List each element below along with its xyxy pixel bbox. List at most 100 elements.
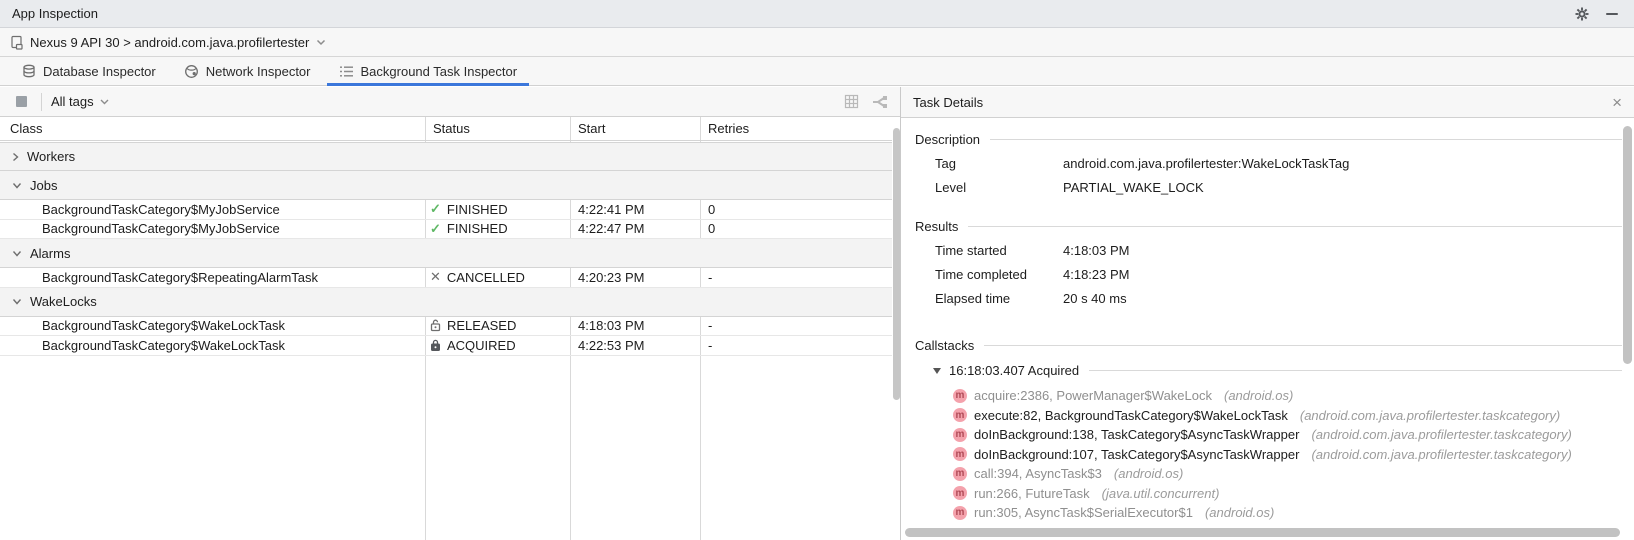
minimize-icon[interactable] — [1602, 4, 1622, 24]
tab-label: Database Inspector — [43, 64, 156, 79]
task-retries: - — [700, 338, 892, 353]
section-description: Description — [915, 132, 1622, 147]
frame-text: execute:82, BackgroundTaskCategory$WakeL… — [974, 408, 1288, 423]
titlebar: App Inspection — [0, 0, 1634, 28]
group-label: Workers — [27, 149, 75, 164]
column-header-start[interactable]: Start — [570, 121, 700, 136]
gear-icon[interactable] — [1572, 4, 1592, 24]
task-class: BackgroundTaskCategory$RepeatingAlarmTas… — [0, 270, 425, 285]
frame-package: (android.os) — [1114, 466, 1183, 481]
stop-icon[interactable] — [10, 91, 32, 113]
group-row-wakelocks[interactable]: WakeLocks — [0, 288, 892, 317]
stack-frame[interactable]: m doInBackground:138, TaskCategory$Async… — [953, 425, 1622, 445]
task-class: BackgroundTaskCategory$WakeLockTask — [0, 318, 425, 333]
table-row[interactable]: BackgroundTaskCategory$MyJobService ✓FIN… — [0, 200, 892, 220]
table-row[interactable]: BackgroundTaskCategory$WakeLockTask RELE… — [0, 317, 892, 337]
callstack-entry[interactable]: 16:18:03.407 Acquired — [915, 363, 1622, 378]
device-icon — [10, 35, 24, 50]
check-icon: ✓ — [430, 201, 441, 217]
section-label: Callstacks — [915, 338, 974, 353]
field-label: Time completed — [935, 267, 1063, 282]
device-selector-bar[interactable]: Nexus 9 API 30 > android.com.java.profil… — [0, 28, 1634, 57]
task-details-header: Task Details × — [901, 87, 1634, 118]
tab-database-inspector[interactable]: Database Inspector — [8, 57, 170, 85]
close-icon[interactable]: × — [1612, 94, 1622, 111]
group-row-jobs[interactable]: Jobs — [0, 171, 892, 200]
frame-text: doInBackground:107, TaskCategory$AsyncTa… — [974, 447, 1299, 462]
section-label: Description — [915, 132, 980, 147]
table-row[interactable]: BackgroundTaskCategory$RepeatingAlarmTas… — [0, 268, 892, 288]
task-details-body: Description Tag android.com.java.profile… — [901, 118, 1622, 526]
task-details-panel: Task Details × Description Tag android.c… — [901, 87, 1634, 540]
task-table-panel: All tags — [0, 87, 901, 540]
task-class: BackgroundTaskCategory$WakeLockTask — [0, 338, 425, 353]
field-value: 20 s 40 ms — [1063, 291, 1127, 306]
table-row[interactable]: BackgroundTaskCategory$WakeLockTask ACQU… — [0, 336, 892, 356]
stack-frame[interactable]: m run:305, AsyncTask$SerialExecutor$1 (a… — [953, 503, 1622, 523]
group-row-alarms[interactable]: Alarms — [0, 239, 892, 268]
graph-view-icon[interactable] — [868, 91, 890, 113]
tab-label: Network Inspector — [206, 64, 311, 79]
task-retries: 0 — [700, 202, 892, 217]
frame-text: run:266, FutureTask — [974, 486, 1090, 501]
task-status: RELEASED — [447, 318, 516, 333]
details-vertical-scrollbar[interactable] — [1623, 118, 1632, 540]
field-time-completed: Time completed 4:18:23 PM — [915, 267, 1622, 282]
field-elapsed-time: Elapsed time 20 s 40 ms — [915, 291, 1622, 306]
table-toolbar: All tags — [0, 87, 900, 117]
field-time-started: Time started 4:18:03 PM — [915, 243, 1622, 258]
method-icon: m — [953, 408, 967, 422]
page-title: App Inspection — [12, 6, 98, 21]
stack-frame[interactable]: m call:394, AsyncTask$3 (android.os) — [953, 464, 1622, 484]
method-icon: m — [953, 506, 967, 520]
chevron-down-icon — [12, 298, 22, 305]
chevron-down-icon — [12, 182, 22, 189]
panel-title: Task Details — [913, 95, 983, 110]
tab-label: Background Task Inspector — [361, 64, 518, 79]
table-header-row: Class Status Start Retries — [0, 117, 892, 141]
stack-frame[interactable]: m execute:82, BackgroundTaskCategory$Wak… — [953, 406, 1622, 426]
column-header-status[interactable]: Status — [425, 121, 570, 136]
frame-text: call:394, AsyncTask$3 — [974, 466, 1102, 481]
stack-frame[interactable]: m run:266, FutureTask (java.util.concurr… — [953, 484, 1622, 504]
column-header-retries[interactable]: Retries — [700, 121, 892, 136]
background-task-table: Class Status Start Retries Workers Jobs … — [0, 117, 892, 540]
database-icon — [22, 64, 36, 79]
chevron-down-icon — [316, 39, 326, 46]
frame-package: (android.os) — [1205, 505, 1274, 520]
frame-package: (android.com.java.profilertester.taskcat… — [1311, 447, 1571, 462]
device-selector-label: Nexus 9 API 30 > android.com.java.profil… — [30, 35, 309, 50]
tag-filter-dropdown[interactable]: All tags — [51, 94, 109, 109]
task-class: BackgroundTaskCategory$MyJobService — [0, 221, 425, 236]
column-header-class[interactable]: Class — [0, 121, 425, 136]
task-start: 4:18:03 PM — [570, 318, 700, 333]
task-status: FINISHED — [447, 221, 508, 236]
details-horizontal-scrollbar[interactable] — [905, 528, 1620, 538]
frame-package: (android.os) — [1224, 388, 1293, 403]
grid-view-icon[interactable] — [840, 91, 862, 113]
group-row-workers[interactable]: Workers — [0, 142, 892, 171]
method-icon: m — [953, 467, 967, 481]
method-icon: m — [953, 486, 967, 500]
frame-text: acquire:2386, PowerManager$WakeLock — [974, 388, 1212, 403]
group-label: Alarms — [30, 246, 70, 261]
stack-frame[interactable]: m doInBackground:107, TaskCategory$Async… — [953, 445, 1622, 465]
stack-frame[interactable]: m acquire:2386, PowerManager$WakeLock (a… — [953, 386, 1622, 406]
task-retries: 0 — [700, 221, 892, 236]
field-label: Time started — [935, 243, 1063, 258]
section-results: Results — [915, 219, 1622, 234]
task-retries: - — [700, 270, 892, 285]
collapse-triangle-icon — [933, 368, 941, 374]
table-vertical-scrollbar[interactable] — [892, 117, 900, 540]
cross-icon: ✕ — [430, 269, 441, 285]
app-inspection-window: App Inspection Nexus 9 API 30 — [0, 0, 1634, 540]
table-row[interactable]: BackgroundTaskCategory$MyJobService ✓ FIN… — [0, 220, 892, 240]
task-status: FINISHED — [447, 202, 508, 217]
check-icon: ✓ — [430, 221, 441, 237]
frame-text: run:305, AsyncTask$SerialExecutor$1 — [974, 505, 1193, 520]
tab-background-task-inspector[interactable]: Background Task Inspector — [325, 57, 532, 85]
tab-network-inspector[interactable]: Network Inspector — [170, 57, 325, 85]
tag-filter-label: All tags — [51, 94, 94, 109]
section-callstacks: Callstacks — [915, 338, 1622, 353]
field-label: Tag — [935, 156, 1063, 171]
